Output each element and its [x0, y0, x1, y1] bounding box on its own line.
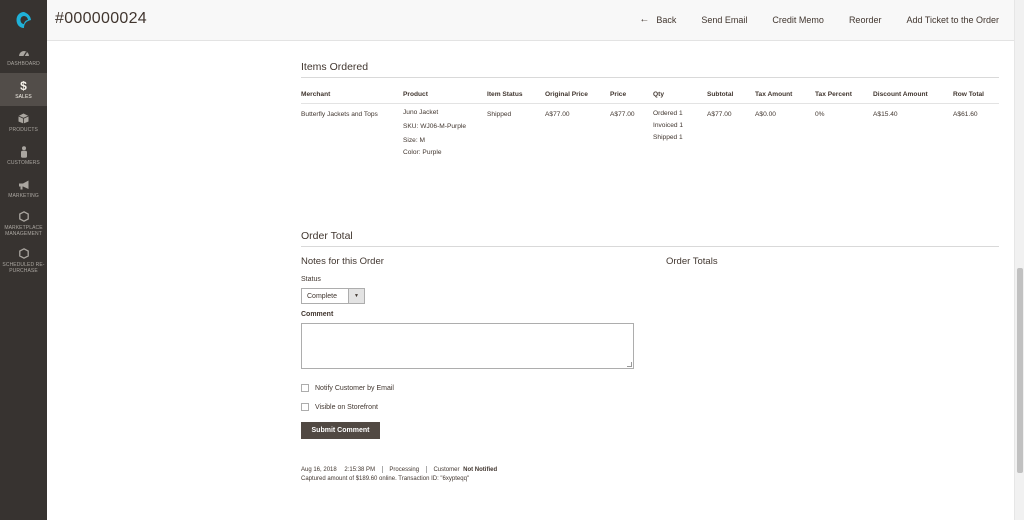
column-header: Original Price	[545, 88, 610, 104]
status-select[interactable]: Complete ▼	[301, 288, 365, 304]
hexagon-icon	[18, 211, 29, 223]
dollar-icon: $	[20, 78, 27, 93]
qty-cell: Ordered 1 Invoiced 1 Shipped 1	[653, 104, 707, 161]
divider	[425, 466, 427, 473]
original-price-cell: A$77.00	[545, 111, 570, 118]
header-actions: ← Back Send Email Credit Memo Reorder Ad…	[614, 14, 999, 25]
product-name: Juno Jacket	[403, 109, 439, 116]
items-ordered-table: Merchant Product Item Status Original Pr…	[301, 88, 999, 160]
qty-shipped: Shipped 1	[653, 134, 683, 141]
notify-customer-label: Notify Customer by Email	[315, 384, 394, 392]
nav-label-sales: SALES	[15, 93, 32, 100]
nav-label-products: PRODUCTS	[9, 126, 38, 133]
product-size: Size: M	[403, 137, 425, 144]
person-icon	[20, 145, 28, 158]
megaphone-icon	[18, 179, 30, 191]
back-button-label: Back	[656, 14, 677, 25]
resize-handle-icon[interactable]	[627, 362, 632, 367]
dashboard-icon	[18, 47, 30, 59]
page-header: #000000024 ← Back Send Email Credit Memo…	[47, 0, 1014, 41]
send-email-button[interactable]: Send Email	[701, 14, 747, 25]
notify-customer-checkbox[interactable]	[301, 384, 309, 392]
column-header: Qty	[653, 88, 707, 104]
column-header: Row Total	[953, 88, 999, 104]
visible-storefront-checkbox-row[interactable]: Visible on Storefront	[301, 403, 378, 411]
nav-label-customers: CUSTOMERS	[7, 159, 40, 166]
column-header: Tax Percent	[815, 88, 873, 104]
product-cell: Juno Jacket SKU: WJ06-M-Purple Size: M C…	[403, 104, 487, 161]
notify-customer-checkbox-row[interactable]: Notify Customer by Email	[301, 384, 394, 392]
magento-logo-icon[interactable]	[0, 0, 47, 40]
admin-sidebar: DASHBOARD $ SALES PRODUCTS CUSTOMERS MAR…	[0, 0, 47, 520]
column-header: Product	[403, 88, 487, 104]
status-select-value: Complete	[307, 292, 337, 300]
comment-textarea[interactable]	[301, 323, 634, 369]
column-header: Subtotal	[707, 88, 755, 104]
status-label: Status	[301, 276, 321, 283]
divider	[381, 466, 383, 473]
nav-label-marketplace-management: MARKETPLACE MANAGEMENT	[4, 224, 43, 237]
column-header: Tax Amount	[755, 88, 815, 104]
subtotal-cell: A$77.00	[707, 111, 732, 118]
history-status: Processing	[389, 467, 420, 474]
qty-invoiced: Invoiced 1	[653, 122, 684, 129]
history-time: 2:15:38 PM	[344, 467, 376, 474]
history-date: Aug 16, 2018	[301, 467, 337, 474]
hexagon-icon	[18, 248, 29, 260]
nav-item-products[interactable]: PRODUCTS	[0, 106, 47, 139]
column-header: Discount Amount	[873, 88, 953, 104]
nav-label-scheduled-re-purchase: SCHEDULED RE-PURCHASE	[2, 261, 45, 274]
history-customer-label: Customer	[433, 467, 460, 474]
tax-amount-cell: A$0.00	[755, 111, 776, 118]
nav-item-marketplace-management[interactable]: MARKETPLACE MANAGEMENT	[0, 205, 47, 242]
items-ordered-title: Items Ordered	[301, 61, 369, 73]
back-button[interactable]: ← Back	[639, 14, 676, 25]
nav-label-marketing: MARKETING	[8, 192, 39, 199]
row-total-cell: A$61.60	[953, 111, 978, 118]
column-header: Merchant	[301, 88, 403, 104]
submit-comment-button[interactable]: Submit Comment	[301, 422, 380, 439]
tax-percent-cell: 0%	[815, 111, 825, 118]
nav-item-dashboard[interactable]: DASHBOARD	[0, 40, 47, 73]
qty-ordered: Ordered 1	[653, 110, 683, 117]
comment-history: Aug 16, 2018 2:15:38 PM Processing Custo…	[301, 466, 497, 484]
nav-label-dashboard: DASHBOARD	[7, 60, 40, 67]
add-ticket-button[interactable]: Add Ticket to the Order	[906, 14, 999, 25]
arrow-left-icon: ←	[639, 14, 650, 25]
reorder-button[interactable]: Reorder	[849, 14, 882, 25]
section-divider	[301, 77, 999, 78]
history-message: Captured amount of $189.60 online. Trans…	[301, 476, 470, 483]
order-total-title: Order Total	[301, 230, 353, 242]
product-sku: SKU: WJ06-M-Purple	[403, 123, 467, 130]
discount-amount-cell: A$15.40	[873, 111, 898, 118]
history-meta-row: Aug 16, 2018 2:15:38 PM Processing Custo…	[301, 466, 497, 475]
column-header: Item Status	[487, 88, 545, 104]
order-totals-title: Order Totals	[666, 256, 718, 267]
history-customer-value: Not Notified	[463, 467, 498, 474]
table-row: Butterfly Jackets and Tops Juno Jacket S…	[301, 104, 999, 161]
product-color: Color: Purple	[403, 149, 442, 156]
table-header-row: Merchant Product Item Status Original Pr…	[301, 88, 999, 104]
nav-item-customers[interactable]: CUSTOMERS	[0, 139, 47, 172]
notes-title: Notes for this Order	[301, 256, 384, 267]
nav-item-marketing[interactable]: MARKETING	[0, 172, 47, 205]
box-icon	[18, 113, 29, 125]
visible-storefront-label: Visible on Storefront	[315, 403, 378, 411]
visible-storefront-checkbox[interactable]	[301, 403, 309, 411]
scrollbar-thumb[interactable]	[1017, 268, 1023, 473]
column-header: Price	[610, 88, 653, 104]
item-status-cell: Shipped	[487, 111, 512, 118]
section-divider	[301, 246, 999, 247]
page-scrollbar[interactable]	[1014, 0, 1024, 520]
credit-memo-button[interactable]: Credit Memo	[772, 14, 824, 25]
caret-down-icon: ▼	[348, 289, 364, 303]
price-cell: A$77.00	[610, 111, 635, 118]
nav-item-scheduled-re-purchase[interactable]: SCHEDULED RE-PURCHASE	[0, 242, 47, 279]
nav-item-sales[interactable]: $ SALES	[0, 73, 47, 106]
page-title: #000000024	[55, 10, 147, 27]
comment-label: Comment	[301, 311, 334, 318]
merchant-cell: Butterfly Jackets and Tops	[301, 111, 378, 118]
